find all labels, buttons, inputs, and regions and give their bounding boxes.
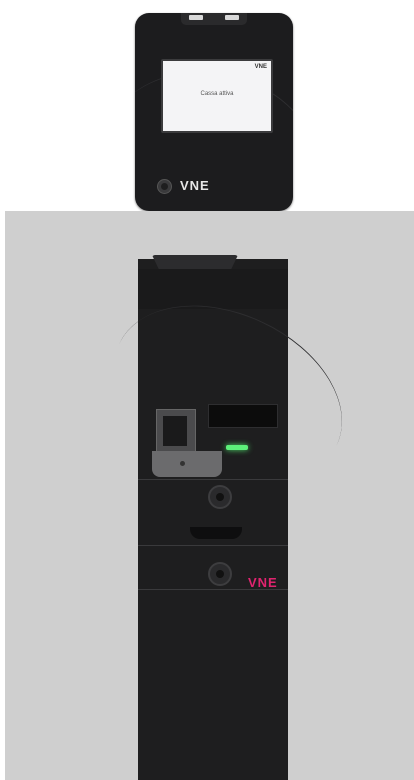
kiosk-head [138, 269, 288, 309]
coin-tray[interactable] [152, 451, 222, 477]
payment-terminal: VNE Cassa attiva VNE [135, 13, 293, 211]
panel-seam-2 [138, 545, 288, 546]
slot-light-right [225, 15, 239, 20]
screen-logo: VNE [254, 64, 267, 70]
terminal-screen[interactable]: VNE Cassa attiva [161, 59, 273, 133]
kiosk-display [208, 404, 278, 428]
lock-upper-icon [208, 485, 232, 509]
status-led [226, 445, 248, 450]
panel-seam-3 [138, 589, 288, 590]
slot-light-left [189, 15, 203, 20]
panel-seam-1 [138, 479, 288, 480]
power-button[interactable] [157, 179, 172, 194]
terminal-brand-logo: VNE [180, 178, 210, 193]
card-reader-slot [181, 13, 247, 25]
cash-kiosk: VNE [85, 255, 371, 780]
kiosk-brand-logo: VNE [248, 575, 278, 590]
coin-dispenser[interactable] [190, 527, 242, 539]
screen-message: Cassa attiva [200, 91, 234, 97]
banknote-slot[interactable] [156, 409, 196, 455]
lock-lower-icon [208, 562, 232, 586]
